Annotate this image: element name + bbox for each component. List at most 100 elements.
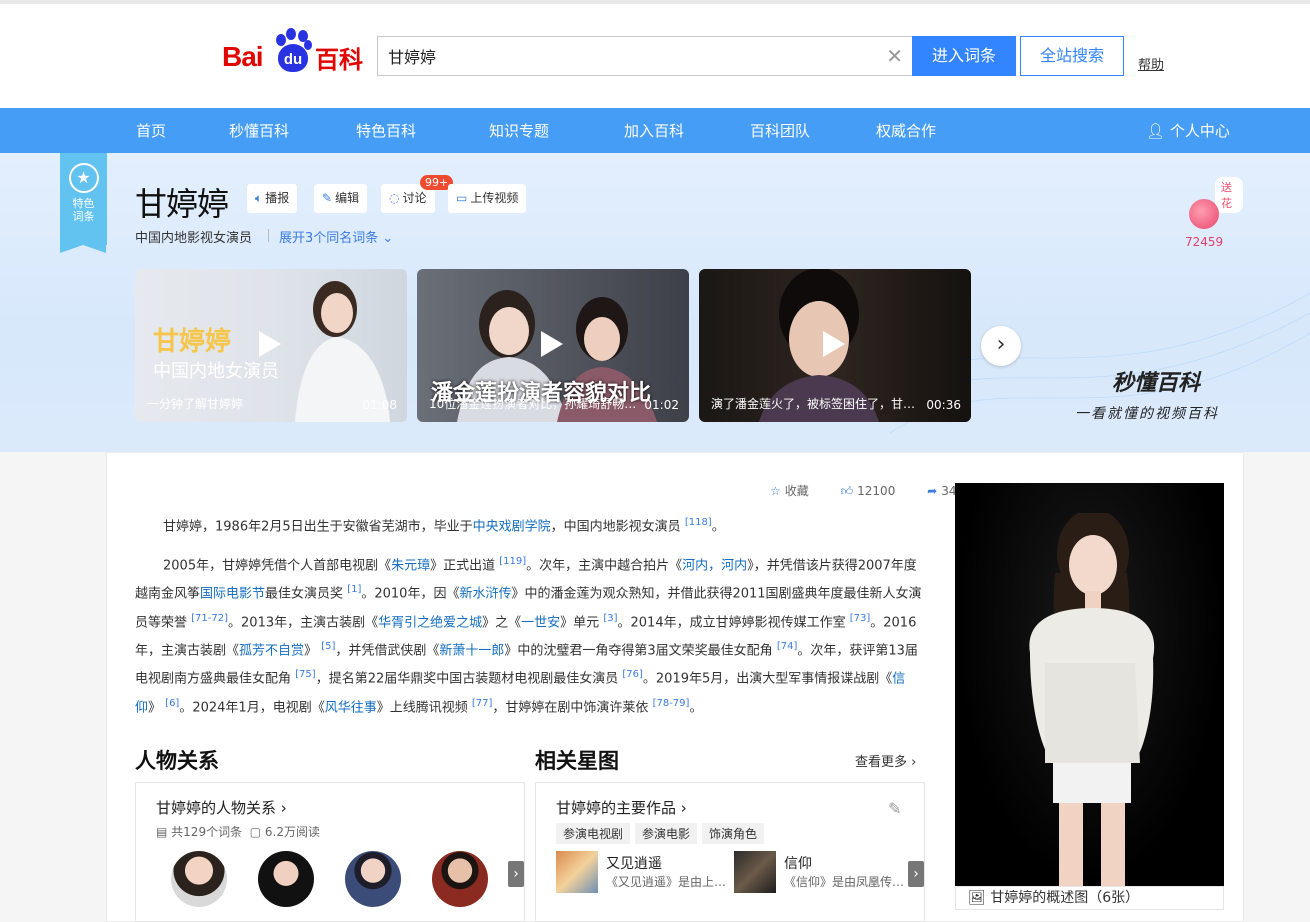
upload-label: 上传视频 [470, 191, 519, 205]
work-thumbnail [556, 851, 598, 893]
video-overlay-title: 中国内地女演员 [153, 361, 279, 382]
nav-item-topics[interactable]: 知识专题 [489, 120, 549, 141]
video-duration: 01:08 [362, 398, 397, 412]
chevron-right-icon[interactable]: › [981, 326, 1021, 366]
reference-link[interactable]: [74] [777, 641, 798, 652]
video-card[interactable]: 潘金莲扮演者容貌对比 10位潘金莲扮演者对比，孙耀琦舒畅… 01:02 [417, 269, 689, 422]
chevron-right-icon[interactable]: › [908, 861, 924, 887]
summary-text: 》正式出道 [430, 558, 496, 574]
summary-link[interactable]: 新萧十一郎 [439, 643, 504, 658]
summary-link[interactable]: 中央戏剧学院 [473, 519, 551, 534]
view-more-link[interactable]: 查看更多 › [855, 751, 916, 770]
enter-entry-button[interactable]: 进入词条 [912, 36, 1016, 76]
comment-icon: ◌ [389, 191, 400, 205]
page-title: 甘婷婷 [135, 185, 229, 223]
summary-text: 。2024年1月，电视剧《 [179, 699, 325, 715]
expand-homonyms-link[interactable]: 展开3个同名词条 ⌄ [279, 227, 393, 246]
video-card[interactable]: 甘婷婷 中国内地女演员 一分钟了解甘婷婷 01:08 [135, 269, 407, 422]
summary-link[interactable]: 孤芳不自赏 [239, 643, 304, 658]
reference-link[interactable]: [119] [499, 556, 526, 567]
avatar[interactable] [171, 851, 227, 907]
reference-link[interactable]: [71-72] [191, 613, 228, 624]
nav-item-join[interactable]: 加入百科 [624, 120, 684, 141]
nav-item-miaodong[interactable]: 秒懂百科 [229, 120, 289, 141]
relations-reads: 6.2万阅读 [264, 825, 320, 839]
video-caption: 一分钟了解甘婷婷 [147, 397, 244, 411]
chevron-right-icon: › [911, 755, 917, 770]
nav-item-partners[interactable]: 权威合作 [876, 120, 936, 141]
site-search-button[interactable]: 全站搜索 [1020, 36, 1124, 76]
nav-item-featured[interactable]: 特色百科 [356, 120, 416, 141]
reference-link[interactable]: [73] [850, 613, 871, 624]
play-icon [541, 331, 563, 357]
avatar[interactable] [345, 851, 401, 907]
works-filter-chips: 参演电视剧 参演电影 饰演角色 [556, 823, 769, 844]
summary-link[interactable]: 一世安 [521, 615, 560, 630]
avatar[interactable] [432, 851, 488, 907]
search-input[interactable] [378, 37, 858, 75]
summary-link[interactable]: 风华往事 [325, 700, 377, 715]
reference-link[interactable]: [78-79] [653, 698, 690, 709]
play-icon [259, 331, 281, 357]
broadcast-label: 播报 [265, 191, 290, 205]
pencil-icon[interactable]: ✎ [888, 799, 901, 818]
summary-link[interactable]: 国际电影节 [200, 587, 265, 602]
chip-roles[interactable]: 饰演角色 [702, 823, 765, 844]
summary-text: 2005年，甘婷婷凭借个人首部电视剧《 [163, 558, 392, 574]
reference-link[interactable]: [6] [165, 698, 179, 709]
summary-text: 最佳女演员奖 [265, 586, 344, 602]
relations-card-title[interactable]: 甘婷婷的人物关系 › [156, 797, 287, 818]
summary-link[interactable]: 华胥引之绝爱之城 [378, 615, 482, 630]
rose-icon [1189, 199, 1219, 229]
work-thumbnail [734, 851, 776, 893]
speaker-icon: 🔈︎ [255, 191, 263, 205]
send-flower-widget[interactable]: 送花 72459 [1183, 177, 1243, 251]
summary-text: 。2014年，成立甘婷婷影视传媒工作室 [617, 614, 846, 630]
like-button[interactable]: 👍︎ 12100 [841, 484, 910, 498]
search-box: ✕ [377, 36, 913, 76]
reference-link[interactable]: [77] [472, 698, 493, 709]
chevron-right-icon[interactable]: › [508, 861, 524, 887]
upload-video-button[interactable]: ▭ 上传视频 [448, 184, 527, 213]
photo-caption[interactable]: 🖼︎ 甘婷婷的概述图（6张） [955, 886, 1224, 910]
reference-link[interactable]: [76] [622, 669, 643, 680]
avatar[interactable] [258, 851, 314, 907]
reference-link[interactable]: [118] [685, 517, 712, 528]
summary-text: 》之《 [482, 614, 522, 630]
summary-link[interactable]: 朱元璋 [391, 558, 430, 573]
reference-link[interactable]: [3] [603, 613, 617, 624]
reference-link[interactable]: [75] [295, 669, 316, 680]
user-center-link[interactable]: 👤︎ 个人中心 [1146, 120, 1230, 141]
summary-text: 。2019年5月，出演大型军事情报谍战剧《 [642, 671, 893, 687]
reference-link[interactable]: [1] [347, 584, 361, 595]
entry-hero: ★ 特色 词条 甘婷婷 🔈︎ 播报 ✎ 编辑 ◌ 讨论 99+ ▭ 上传视频 中国内地影… [0, 153, 1310, 452]
summary-photo[interactable] [955, 483, 1224, 886]
summary-text: 。次年，主演中越合拍片《 [526, 558, 683, 574]
summary-text: 》单元 [560, 614, 600, 630]
works-card-title[interactable]: 甘婷婷的主要作品 › [556, 797, 687, 818]
image-icon: 🖼︎ [968, 890, 986, 906]
summary-link[interactable]: 河内，河内 [682, 558, 747, 573]
baidu-baike-logo[interactable]: Bai du 百科 [222, 28, 364, 78]
edit-button[interactable]: ✎ 编辑 [314, 184, 368, 213]
nav-item-team[interactable]: 百科团队 [750, 120, 810, 141]
chip-tv[interactable]: 参演电视剧 [556, 823, 631, 844]
work-item[interactable]: 又见逍遥 《又见逍遥》是由上… [556, 851, 726, 895]
favorite-button[interactable]: ☆ 收藏 [770, 484, 823, 498]
favorite-label: 收藏 [784, 484, 809, 498]
work-item[interactable]: 信仰 《信仰》是由凤凰传… [734, 851, 904, 895]
summary-link[interactable]: 新水浒传 [459, 587, 511, 602]
divider [268, 229, 269, 242]
chip-film[interactable]: 参演电影 [635, 823, 698, 844]
close-icon[interactable]: ✕ [886, 45, 903, 67]
work-desc: 《又见逍遥》是由上… [606, 875, 727, 889]
nav-item-home[interactable]: 首页 [136, 120, 166, 141]
help-link[interactable]: 帮助 [1138, 54, 1164, 73]
video-card[interactable]: 演了潘金莲火了，被标签困住了，甘… 00:36 [699, 269, 971, 422]
logo-baike-text: 百科 [315, 46, 363, 74]
summary-text: ，甘婷婷在剧中饰演许莱依 [492, 699, 649, 715]
play-icon [823, 331, 845, 357]
thumbs-up-icon: 👍︎ [840, 484, 854, 498]
reference-link[interactable]: [5] [321, 641, 335, 652]
broadcast-button[interactable]: 🔈︎ 播报 [247, 184, 298, 213]
